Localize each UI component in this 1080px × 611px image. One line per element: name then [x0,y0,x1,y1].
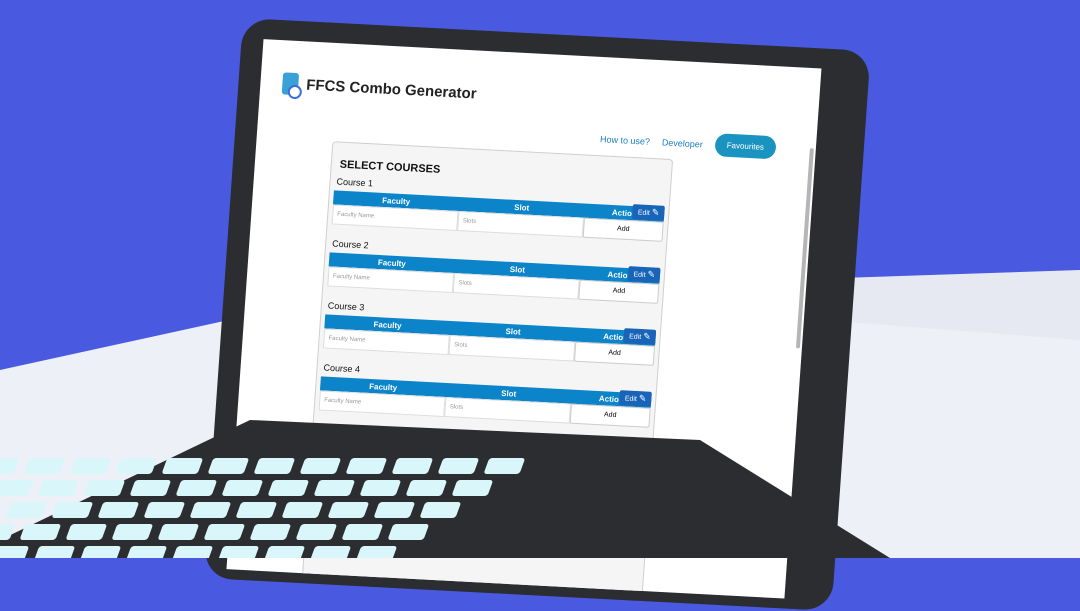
edit-label: Edit [628,333,642,342]
page-scrollbar[interactable] [795,148,814,349]
course-block: Course 2 Edit ✎ Faculty Slot Action Facu… [327,238,662,311]
add-button[interactable]: Add [573,341,656,366]
edit-button[interactable]: Edit ✎ [619,390,652,407]
edit-button[interactable]: Edit ✎ [632,204,665,221]
edit-button[interactable]: Edit ✎ [628,266,661,283]
favourites-button[interactable]: Favourites [713,133,777,160]
laptop-screen: FFCS Combo Generator How to use? Develop… [226,39,822,599]
courses-list: Course 1 Edit ✎ Faculty Slot Action Facu… [310,176,670,498]
edit-icon: ✎ [642,331,652,342]
edit-label: Edit [633,271,646,280]
add-button[interactable]: Add [565,465,647,490]
brand: FFCS Combo Generator [281,72,478,104]
edit-icon: ✎ [647,269,656,280]
edit-label: Edit [637,209,651,218]
course-block: Course 3 Edit ✎ Faculty Slot Action Facu… [322,300,657,373]
add-button[interactable]: Add [578,279,660,304]
calendar-clock-icon [281,72,300,96]
edit-button[interactable]: Edit ✎ [615,452,648,469]
edit-label: Edit [624,395,638,404]
edit-icon: ✎ [634,455,643,466]
course-block: Course 5 Edit ✎ Faculty Slot Action Facu… [314,424,649,497]
add-button[interactable]: Add [569,403,651,428]
app-title: FFCS Combo Generator [305,76,478,103]
top-nav: How to use? Developer Favourites [599,127,777,160]
edit-button[interactable]: Edit ✎ [623,328,657,345]
laptop-lid: FFCS Combo Generator How to use? Develop… [203,18,871,611]
select-courses-panel: SELECT COURSES Course 1 Edit ✎ Faculty S… [298,141,674,599]
edit-icon: ✎ [651,207,660,218]
course-block: Course 1 Edit ✎ Faculty Slot Action Facu… [331,176,666,249]
edit-icon: ✎ [638,393,647,404]
developer-link[interactable]: Developer [662,137,704,149]
edit-label: Edit [620,457,633,466]
add-button[interactable]: Add [582,217,664,242]
course-block: Course 4 Edit ✎ Faculty Slot Action Facu… [318,362,653,435]
how-to-use-link[interactable]: How to use? [600,134,651,147]
